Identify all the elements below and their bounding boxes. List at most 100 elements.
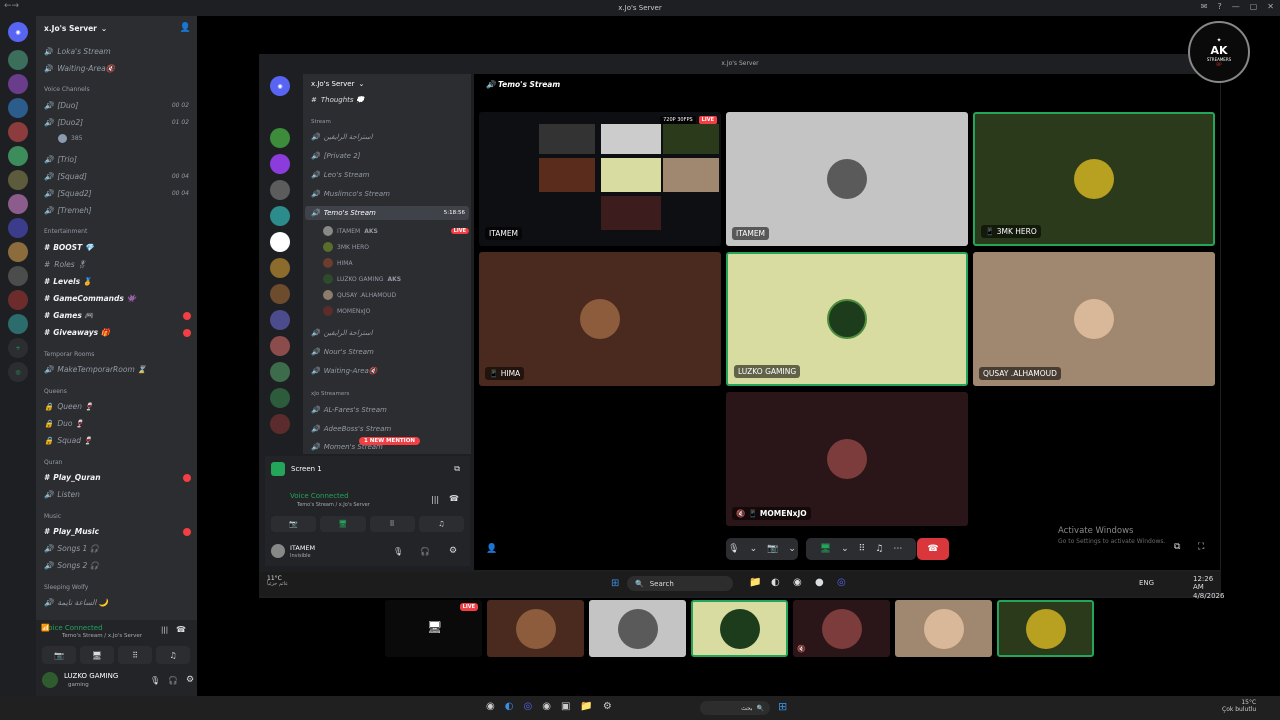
os-search[interactable]: بحث 🔍 <box>700 701 770 715</box>
server-icon[interactable] <box>270 232 290 252</box>
chrome-icon[interactable]: ◉ <box>542 701 551 712</box>
disconnect-button[interactable]: ☎ <box>917 538 949 560</box>
camera-off-button[interactable]: 📷 <box>271 516 317 532</box>
server-icon[interactable] <box>270 206 290 226</box>
category-temp[interactable]: Temporar Rooms <box>44 351 94 358</box>
voice-channel[interactable]: 🔊 Songs 1 🎧 <box>44 541 99 555</box>
minimize-button[interactable]: — <box>1232 2 1240 11</box>
server-icon[interactable] <box>8 314 28 334</box>
taskbar-clock[interactable]: 12:26 AM 4/8/2026 <box>1193 575 1224 600</box>
activities-button[interactable]: ⠿ <box>118 646 152 664</box>
text-channel[interactable]: # Play_Music <box>44 524 99 538</box>
add-server-icon[interactable]: + <box>8 338 28 358</box>
voice-channel[interactable]: 🔊 [Private 2] <box>311 149 360 163</box>
noise-icon[interactable]: ||| <box>161 626 168 634</box>
disconnect-icon[interactable]: ☎ <box>449 494 459 503</box>
server-icon[interactable] <box>270 258 290 278</box>
screen-share-button[interactable]: 🖥 <box>80 646 114 664</box>
voice-channel[interactable]: 🔊 Waiting-Area🔇 <box>311 364 378 378</box>
server-icon[interactable] <box>270 284 290 304</box>
stream-tile[interactable]: 720P 30FPS LIVE ITAMEM <box>479 112 721 246</box>
participant-thumbnail[interactable] <box>691 600 788 657</box>
category-music[interactable]: Music <box>44 513 61 520</box>
server-icon[interactable] <box>8 194 28 214</box>
voice-channel[interactable]: 🔊 AdeeBoss's Stream <box>311 422 391 436</box>
camera-off-button[interactable]: 📷 <box>42 646 76 664</box>
gear-icon[interactable]: ⚙ <box>186 675 194 685</box>
file-explorer-icon[interactable]: 📁 <box>580 701 592 712</box>
photos-icon[interactable]: ▣ <box>561 701 570 712</box>
participant-tile[interactable]: 🔇 📱 MOMENxJO <box>726 392 968 526</box>
text-channel[interactable]: # BOOST 💎 <box>44 240 94 254</box>
explore-icon[interactable]: ◎ <box>8 362 28 382</box>
voice-channel[interactable]: 🔊 Leo's Stream <box>311 168 370 182</box>
voice-member[interactable]: MOMENxJO <box>323 304 370 318</box>
noise-icon[interactable]: ||| <box>431 495 439 504</box>
discord-icon[interactable]: ◎ <box>837 577 846 588</box>
server-icon[interactable] <box>8 218 28 238</box>
participant-tile-speaking[interactable]: 📱 3MK HERO <box>973 112 1215 246</box>
file-explorer-icon[interactable]: 📁 <box>749 577 761 588</box>
stream-thumbnail[interactable]: 🖥 LIVE <box>385 600 482 657</box>
screen-share-button[interactable]: 🖥 <box>320 516 366 532</box>
voice-channel[interactable]: 🔊 Songs 2 🎧 <box>44 558 99 572</box>
server-icon[interactable] <box>8 146 28 166</box>
chrome-icon[interactable]: ◉ <box>793 577 802 588</box>
category-stream[interactable]: Stream <box>311 119 331 125</box>
channel-item[interactable]: 🔊 Loka's Stream <box>44 44 111 58</box>
server-icon[interactable] <box>270 180 290 200</box>
server-name[interactable]: x.Jo's Server ⌄ <box>44 21 107 35</box>
app-icon[interactable]: ◉ <box>486 701 495 712</box>
voice-channel[interactable]: 🔊 Muslimco's Stream <box>311 187 390 201</box>
headphones-icon[interactable]: 🎧 <box>420 547 430 556</box>
voice-channel[interactable]: 🔊 [Squad2] 00 04 <box>44 186 189 200</box>
discord-home-icon[interactable]: ◉ <box>8 22 28 42</box>
category-streamers[interactable]: xJo Streamers <box>311 391 349 397</box>
microphone-icon[interactable]: 🎙 <box>393 547 403 556</box>
server-icon[interactable] <box>8 290 28 310</box>
taskbar-search[interactable]: 🔍 Search <box>627 576 733 591</box>
voice-channel[interactable]: 🔊 Listen <box>44 487 80 501</box>
voice-channel[interactable]: 🔊 Nour's Stream <box>311 345 374 359</box>
disconnect-icon[interactable]: ☎ <box>176 625 186 634</box>
text-channel[interactable]: # Games 🎮 <box>44 308 94 322</box>
voice-channel[interactable]: 🔊 [Trio] <box>44 152 77 166</box>
server-icon[interactable] <box>8 74 28 94</box>
server-icon[interactable] <box>270 154 290 174</box>
category-entertainment[interactable]: Entertainment <box>44 228 87 235</box>
server-icon[interactable] <box>8 98 28 118</box>
voice-channel[interactable]: 🔊 [Squad] 00 04 <box>44 169 189 183</box>
activities-button[interactable]: ⠿ <box>369 516 415 532</box>
server-icon[interactable] <box>270 128 290 148</box>
discord-home-icon[interactable]: ◉ <box>270 76 290 96</box>
text-channel[interactable]: # Giveaways 🎁 <box>44 325 110 339</box>
server-icon[interactable] <box>270 362 290 382</box>
voice-channel[interactable]: 🔊 [Duo2] 01 02 <box>44 115 189 129</box>
participant-tile[interactable]: ITAMEM <box>726 112 968 246</box>
soundboard-button[interactable]: ♫ <box>418 516 464 532</box>
voice-channel[interactable]: 🔊 استراحة الرايقين <box>311 130 373 144</box>
text-channel[interactable]: # Thoughts 💭 <box>311 93 365 107</box>
server-icon[interactable] <box>8 50 28 70</box>
gear-icon[interactable]: ⚙ <box>449 546 457 556</box>
voice-channel[interactable]: 🔊 الساعة نايمة 🌙 <box>44 595 108 609</box>
channel-item[interactable]: 🔊 Waiting-Area🔇 <box>44 61 115 75</box>
edge-icon[interactable]: ◐ <box>771 577 780 588</box>
settings-icon[interactable]: ⚙ <box>603 701 612 712</box>
voice-channel[interactable]: 🔊 MakeTemporarRoom ⌛ <box>44 362 146 376</box>
voice-channel[interactable]: 🔒 Squad 🍷 <box>44 433 93 447</box>
voice-channel[interactable]: 🔊 [Duo] 00 02 <box>44 98 189 112</box>
participant-thumbnail[interactable]: 🔇 <box>793 600 890 657</box>
inner-server-name[interactable]: x.Jo's Server ⌄ <box>311 77 364 91</box>
popout-icon[interactable]: ⧉ <box>1174 542 1180 552</box>
language-indicator[interactable]: ENG <box>1139 579 1154 587</box>
inbox-icon[interactable]: ✉ <box>1201 2 1208 11</box>
server-icon[interactable] <box>270 388 290 408</box>
fullscreen-icon[interactable]: ⛶ <box>1198 542 1204 552</box>
participant-tile-speaking[interactable]: LUZKO GAMING <box>726 252 968 386</box>
text-channel[interactable]: # GameCommands 👾 <box>44 291 136 305</box>
share-control[interactable]: 🖥 ⌄ ⠿ ♫ ⋯ <box>806 538 916 560</box>
os-weather[interactable]: 15°C Çok bulutlu <box>1222 699 1256 713</box>
participant-thumbnail[interactable] <box>589 600 686 657</box>
voice-member[interactable]: 3MK HERO <box>323 240 369 254</box>
